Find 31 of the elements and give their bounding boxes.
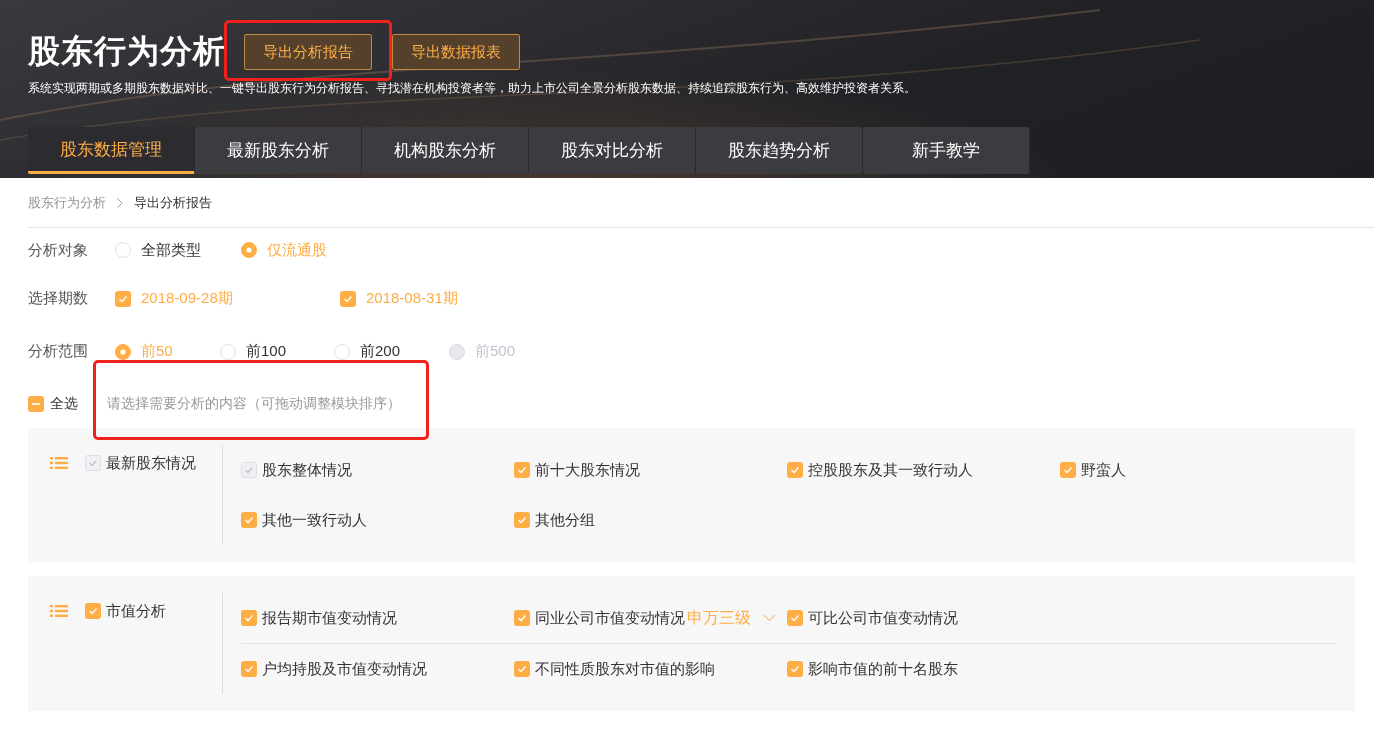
item-checkbox[interactable]: 报告期市值变动情况 xyxy=(241,608,397,628)
nav-tab[interactable]: 新手教学 xyxy=(863,127,1030,174)
item-checkbox[interactable]: 同业公司市值变动情况 xyxy=(514,608,685,628)
page-title: 股东行为分析 xyxy=(28,32,226,71)
item-checkbox[interactable]: 户均持股及市值变动情况 xyxy=(241,659,427,679)
nav-tab[interactable]: 机构股东分析 xyxy=(362,127,529,174)
radio-option[interactable]: 全部类型 xyxy=(115,240,241,260)
field-label: 分析范围 xyxy=(28,342,89,361)
page-description: 系统实现两期或多期股东数据对比、一键导出股东行为分析报告、寻找潜在机构投资者等，助力上市公司全景分析股东数据、持续追踪股东行为、高效维护投资者关系。 xyxy=(28,80,917,97)
drag-list-icon[interactable] xyxy=(50,604,68,618)
caret-icon xyxy=(763,614,776,622)
item-checkbox[interactable]: 影响市值的前十名股东 xyxy=(787,659,958,679)
module-checkbox[interactable]: 市值分析 xyxy=(85,601,166,621)
nav-tab[interactable]: 股东对比分析 xyxy=(529,127,696,174)
export-button[interactable]: 导出数据报表 xyxy=(392,34,520,70)
select-all-checkbox[interactable]: 全选 xyxy=(28,395,78,413)
field-label: 分析对象 xyxy=(28,240,89,260)
drag-list-icon[interactable] xyxy=(50,456,68,470)
nav-tab[interactable]: 最新股东分析 xyxy=(195,127,362,174)
radio-option[interactable]: 前100 xyxy=(220,342,334,361)
radio-option[interactable]: 前200 xyxy=(334,342,449,361)
chevron-right-icon xyxy=(116,196,124,209)
nav-tab[interactable]: 股东趋势分析 xyxy=(696,127,863,174)
export-button[interactable]: 导出分析报告 xyxy=(244,34,372,70)
item-checkbox[interactable]: 可比公司市值变动情况 xyxy=(787,608,958,628)
breadcrumb-current: 导出分析报告 xyxy=(134,193,212,212)
hint-text: 请选择需要分析的内容（可拖动调整模块排序） xyxy=(107,395,401,411)
item-checkbox[interactable]: 不同性质股东对市值的影响 xyxy=(514,659,715,679)
radio-option: 前500 xyxy=(449,342,516,361)
nav-tab[interactable]: 股东数据管理 xyxy=(28,127,195,174)
field-label: 选择期数 xyxy=(28,289,89,308)
